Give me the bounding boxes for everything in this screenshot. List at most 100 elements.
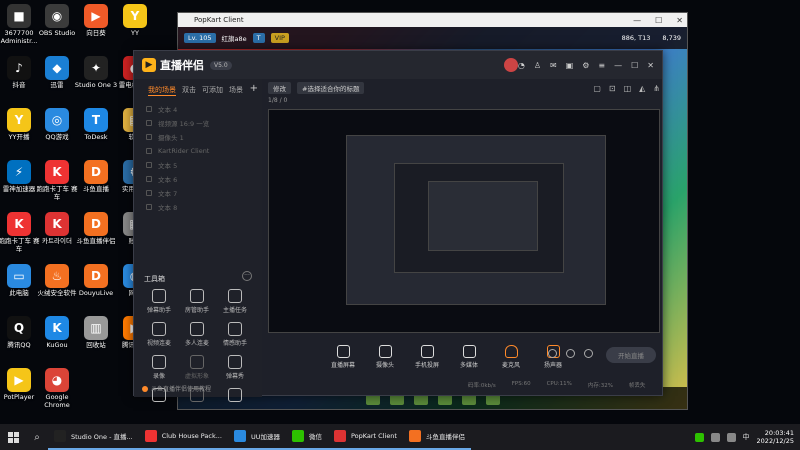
eye-icon[interactable] xyxy=(146,204,152,210)
scene-item[interactable]: 文本 8 xyxy=(140,200,256,214)
ime-icon[interactable]: 中 xyxy=(743,432,750,442)
volume-icon[interactable] xyxy=(726,432,736,442)
desktop-icon-label: Google Chrome xyxy=(44,393,70,409)
avatar[interactable] xyxy=(504,58,518,72)
scene-item[interactable]: KartRider Client xyxy=(140,144,256,158)
start-stream-button[interactable]: 开始直播 xyxy=(606,347,656,363)
source-control[interactable]: 手机投屏 xyxy=(412,345,442,369)
network-icon[interactable] xyxy=(710,432,720,442)
source-control-label: 摄像头 xyxy=(375,362,394,369)
headset-icon[interactable]: ◔ xyxy=(518,61,525,70)
camera-icon[interactable]: ◫ xyxy=(624,84,632,93)
message-icon[interactable]: ✉ xyxy=(550,61,557,70)
maximize-icon[interactable]: ☐ xyxy=(631,61,638,70)
tool-item[interactable]: 多人连麦 xyxy=(178,322,216,347)
scene-label: 文本 6 xyxy=(158,176,178,184)
eye-icon[interactable] xyxy=(146,106,152,112)
popkart-titlebar[interactable]: PopKart Client — ☐ ✕ xyxy=(178,13,687,27)
source-control[interactable]: 摄像头 xyxy=(370,345,400,369)
taskbar-app[interactable]: 斗鱼直播伴侣 xyxy=(402,424,471,450)
layout-icon[interactable]: ▢ xyxy=(593,84,601,93)
desktop-icon[interactable]: ◕ Google Chrome xyxy=(34,368,80,409)
add-scene-icon[interactable]: + xyxy=(250,83,258,94)
close-icon[interactable]: ✕ xyxy=(647,61,654,70)
source-control[interactable]: 直播屏幕 xyxy=(328,345,358,369)
taskbar-app[interactable]: Studio One - 直播... xyxy=(48,424,139,450)
minimize-icon[interactable]: — xyxy=(614,61,622,70)
tool-item[interactable]: 主播任务 xyxy=(216,289,254,314)
desktop-icon[interactable]: Y YY xyxy=(112,4,158,38)
tool-item[interactable]: 弹幕秀 xyxy=(216,355,254,380)
tool-item[interactable]: 房管助手 xyxy=(178,289,216,314)
tool-item[interactable]: 弹幕助手 xyxy=(140,289,178,314)
taskbar-app[interactable]: 微信 xyxy=(285,424,328,450)
maximize-icon[interactable]: ☐ xyxy=(655,16,662,25)
scene-item[interactable]: 文本 4 xyxy=(140,102,256,116)
clock[interactable]: 20:03:41 2022/12/25 xyxy=(757,429,794,445)
settings-icon[interactable]: ⚙ xyxy=(582,61,589,70)
app-icon: ♨ xyxy=(45,264,69,288)
stream-app-window[interactable]: ▶ 直播伴侣 V5.0 ◔ ♙ ✉ ▣ ⚙ ≡ — ☐ ✕ 我的场景 双击 可添… xyxy=(133,50,663,402)
close-icon[interactable]: ✕ xyxy=(676,16,683,25)
tab-my-scenes[interactable]: 我的场景 xyxy=(148,85,176,96)
lock-icon[interactable]: ⊡ xyxy=(609,84,616,93)
preview-canvas[interactable] xyxy=(268,109,660,333)
bell-icon[interactable]: ◭ xyxy=(639,84,645,93)
gift-icon[interactable]: ▣ xyxy=(566,61,574,70)
eye-icon[interactable] xyxy=(146,162,152,168)
edit-button[interactable]: 修改 xyxy=(268,82,291,94)
scene-item[interactable]: 文本 7 xyxy=(140,186,256,200)
record-icon[interactable] xyxy=(548,349,557,358)
status-item: 帧丢失 xyxy=(628,383,646,389)
gear-icon[interactable] xyxy=(566,349,575,358)
tutorial-label: 斗鱼直播伴侣使用教程 xyxy=(151,386,212,393)
tab-double[interactable]: 双击 xyxy=(182,85,196,96)
start-button[interactable] xyxy=(0,431,26,443)
taskbar-app[interactable]: PopKart Client xyxy=(327,424,403,450)
popkart-title: PopKart Client xyxy=(194,16,244,24)
wechat-tray-icon[interactable] xyxy=(694,432,704,442)
app-icon: ⚡ xyxy=(7,160,31,184)
eye-icon[interactable] xyxy=(146,120,152,126)
eye-icon[interactable] xyxy=(146,190,152,196)
eye-icon[interactable] xyxy=(146,134,152,140)
stream-title-input[interactable]: #选择适合你的标题 xyxy=(297,82,365,94)
taskbar-app[interactable]: UU加速器 xyxy=(227,424,286,450)
scene-item[interactable]: 文本 6 xyxy=(140,172,256,186)
taskbar-app[interactable]: Club House Pack... xyxy=(138,424,228,450)
scene-item[interactable]: 视频源 16:9 一览 xyxy=(140,116,256,130)
app-icon: Y xyxy=(123,4,147,28)
tool-item[interactable]: 视频连麦 xyxy=(140,322,178,347)
app-logo: ▶ 直播伴侣 xyxy=(142,57,204,73)
minimize-icon[interactable]: — xyxy=(633,16,641,25)
scene-item[interactable]: 摄像头 1 xyxy=(140,130,256,144)
more-icon[interactable]: ··· xyxy=(242,271,252,281)
tab-scenes[interactable]: 场景 xyxy=(229,85,243,96)
tool-item[interactable]: 虚拟形象 xyxy=(178,355,216,380)
desktop: ■ 3677700 Administr... ◉ OBS Studio ▶ 向日葵 Y YY ♪… xyxy=(0,0,800,424)
source-control[interactable]: 麦克风 xyxy=(496,345,526,369)
app-icon: D xyxy=(84,160,108,184)
eye-icon[interactable] xyxy=(146,176,152,182)
tutorial-link[interactable]: 斗鱼直播伴侣使用教程 xyxy=(142,384,211,393)
tool-item[interactable]: 情感助手 xyxy=(216,322,254,347)
status-bar: 码率:0kb/s FPS:60 CPU:11% 内存:32% 帧丢失 xyxy=(268,381,660,393)
app-icon xyxy=(408,430,421,442)
settings-icon[interactable] xyxy=(584,349,593,358)
popkart-topbar: Lv. 105 红旗a8e T VIP 886, T13 8,739 xyxy=(178,27,687,49)
shirt-icon[interactable]: ♙ xyxy=(534,61,541,70)
app-version[interactable]: V5.0 xyxy=(210,60,232,70)
scene-label: 视频源 16:9 一览 xyxy=(158,120,210,128)
tool-item[interactable]: 录像 xyxy=(140,355,178,380)
search-icon[interactable]: ⌕ xyxy=(26,432,48,443)
eye-icon[interactable] xyxy=(146,148,152,154)
taskbar-app-label: 微信 xyxy=(308,433,322,441)
tool-label: 房管助手 xyxy=(184,307,209,314)
scene-item[interactable]: 文本 5 xyxy=(140,158,256,172)
team-badge: T xyxy=(252,33,265,43)
tab-add[interactable]: 可添加 xyxy=(202,85,223,96)
menu-icon[interactable]: ≡ xyxy=(598,61,605,70)
source-control[interactable]: 多媒体 xyxy=(454,345,484,369)
share-icon[interactable]: ⋔ xyxy=(653,84,660,93)
tool-item[interactable] xyxy=(216,388,254,404)
